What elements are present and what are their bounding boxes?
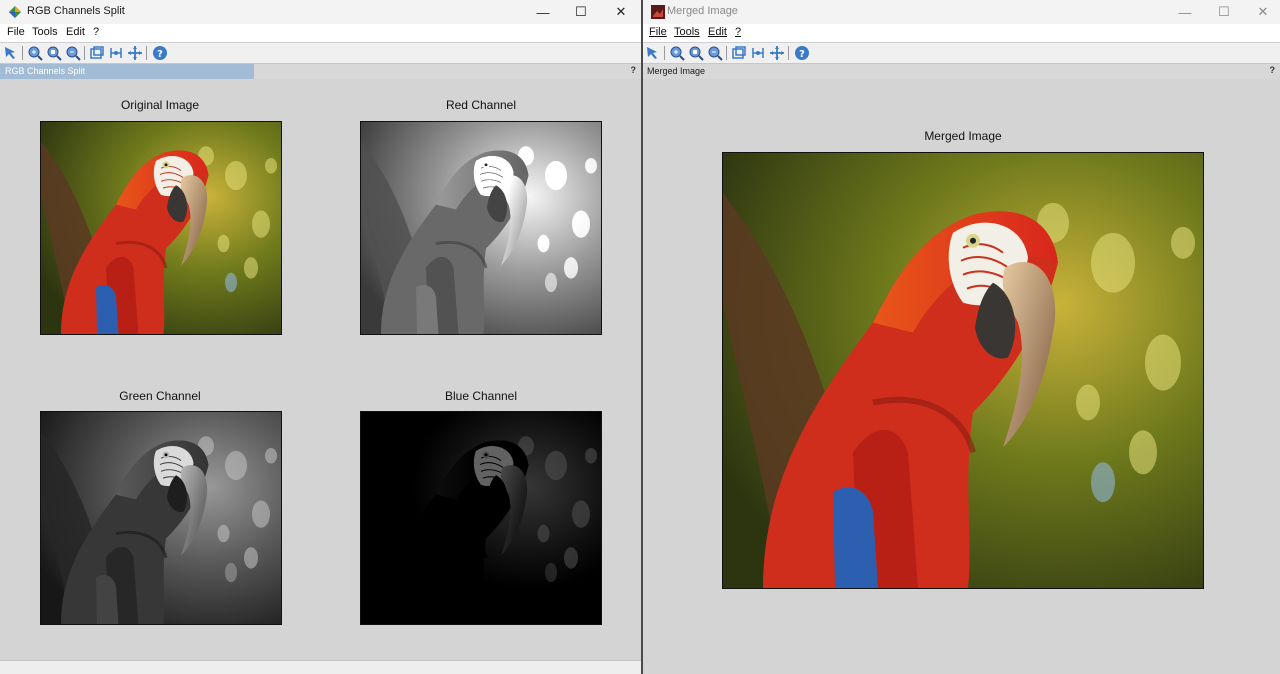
menu-edit[interactable]: Edit bbox=[708, 26, 727, 38]
title-bar[interactable]: Merged Image — ☐ ✕ bbox=[643, 0, 1280, 24]
close-button[interactable]: ✕ bbox=[601, 0, 641, 24]
data-cursor-icon[interactable] bbox=[750, 45, 766, 61]
window-title: RGB Channels Split bbox=[27, 5, 125, 17]
panel-tab[interactable]: RGB Channels Split bbox=[0, 64, 254, 79]
image-axes-red[interactable] bbox=[360, 121, 602, 335]
minimize-button[interactable]: — bbox=[523, 0, 563, 24]
image-axes-blue[interactable] bbox=[360, 411, 602, 625]
data-cursor-icon[interactable] bbox=[108, 45, 124, 61]
panel-tab[interactable]: Merged Image bbox=[643, 64, 843, 79]
help-icon[interactable]: ? bbox=[152, 45, 168, 61]
toolbar: ? bbox=[643, 43, 1280, 64]
menu-help[interactable]: ? bbox=[735, 26, 741, 38]
menu-bar: File Tools Edit ? bbox=[0, 24, 641, 43]
window-icon[interactable] bbox=[731, 45, 747, 61]
zoom-region-icon[interactable] bbox=[46, 45, 62, 61]
image-axes-merged[interactable] bbox=[722, 152, 1204, 589]
plot-title-green: Green Channel bbox=[119, 389, 201, 403]
toolbar: ? bbox=[0, 43, 641, 64]
menu-file[interactable]: File bbox=[7, 26, 25, 38]
rgb-split-window: RGB Channels Split — ☐ ✕ File Tools Edit… bbox=[0, 0, 643, 674]
menu-help[interactable]: ? bbox=[93, 26, 99, 38]
svg-text:?: ? bbox=[799, 49, 805, 60]
plot-title-red: Red Channel bbox=[445, 98, 517, 112]
zoom-in-icon[interactable] bbox=[27, 45, 43, 61]
zoom-out-icon[interactable] bbox=[65, 45, 81, 61]
maximize-button[interactable]: ☐ bbox=[1204, 0, 1244, 24]
menu-file[interactable]: File bbox=[649, 26, 667, 38]
image-axes-green[interactable] bbox=[40, 411, 282, 625]
window-icon[interactable] bbox=[89, 45, 105, 61]
menu-tools[interactable]: Tools bbox=[674, 26, 700, 38]
help-icon[interactable]: ? bbox=[794, 45, 810, 61]
window-title: Merged Image bbox=[667, 5, 738, 17]
svg-text:?: ? bbox=[157, 49, 163, 60]
panel-help-button[interactable]: ? bbox=[1270, 65, 1276, 75]
toolbar-separator bbox=[84, 46, 85, 60]
image-axes-original[interactable] bbox=[40, 121, 282, 335]
menu-edit[interactable]: Edit bbox=[66, 26, 85, 38]
merged-image-window: Merged Image — ☐ ✕ File Tools Edit ? ? M… bbox=[643, 0, 1280, 674]
toolbar-separator bbox=[146, 46, 147, 60]
toolbar-separator bbox=[22, 46, 23, 60]
plot-title-merged: Merged Image bbox=[924, 129, 1002, 143]
minimize-button[interactable]: — bbox=[1165, 0, 1205, 24]
menu-tools[interactable]: Tools bbox=[32, 26, 58, 38]
plot-title-original: Original Image bbox=[120, 98, 200, 112]
panel-help-button[interactable]: ? bbox=[631, 65, 637, 75]
select-arrow-icon[interactable] bbox=[3, 45, 19, 61]
zoom-out-icon[interactable] bbox=[707, 45, 723, 61]
pan-icon[interactable] bbox=[769, 45, 785, 61]
zoom-region-icon[interactable] bbox=[688, 45, 704, 61]
toolbar-separator bbox=[726, 46, 727, 60]
plot-title-blue: Blue Channel bbox=[444, 389, 518, 403]
close-button[interactable]: ✕ bbox=[1243, 0, 1280, 24]
toolbar-separator bbox=[788, 46, 789, 60]
panel-header: Merged Image ? bbox=[643, 64, 1280, 79]
maximize-button[interactable]: ☐ bbox=[561, 0, 601, 24]
select-arrow-icon[interactable] bbox=[645, 45, 661, 61]
menu-bar: File Tools Edit ? bbox=[643, 24, 1280, 43]
panel-header: RGB Channels Split ? bbox=[0, 64, 641, 79]
status-bar bbox=[0, 660, 641, 674]
pan-icon[interactable] bbox=[127, 45, 143, 61]
toolbar-separator bbox=[664, 46, 665, 60]
image-app-icon bbox=[651, 5, 665, 19]
title-bar[interactable]: RGB Channels Split — ☐ ✕ bbox=[0, 0, 641, 24]
zoom-in-icon[interactable] bbox=[669, 45, 685, 61]
figure-app-icon bbox=[9, 6, 21, 18]
